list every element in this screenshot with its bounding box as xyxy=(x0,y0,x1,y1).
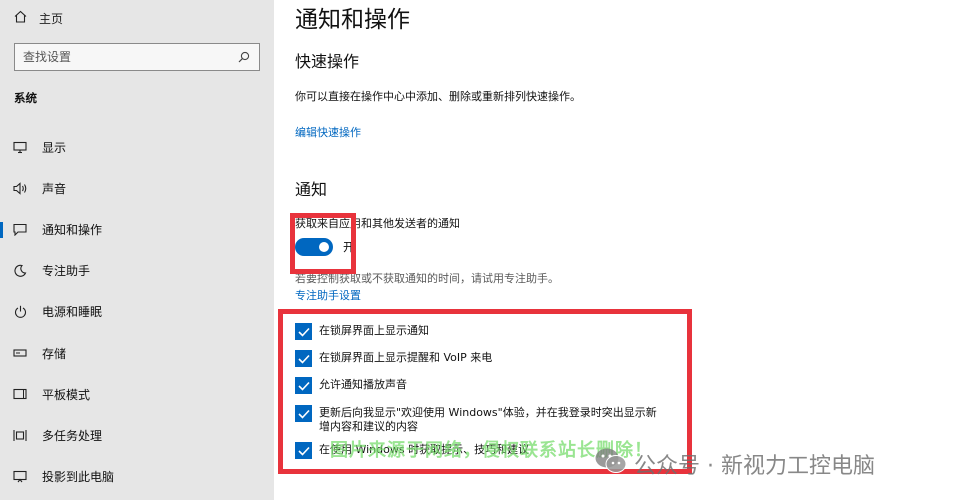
sidebar-item-storage[interactable]: 存储 xyxy=(0,338,274,368)
quick-actions-description: 你可以直接在操作中心中添加、删除或重新排列快速操作。 xyxy=(295,90,581,103)
notifications-heading: 通知 xyxy=(295,180,328,199)
sidebar: 主页 系统 显示 声音 通知和操作 专注助手 电源和睡眠 xyxy=(0,0,274,500)
sidebar-item-tablet[interactable]: 平板模式 xyxy=(0,379,274,409)
sidebar-item-sound[interactable]: 声音 xyxy=(0,173,274,203)
search-box[interactable] xyxy=(14,43,260,71)
sidebar-item-display[interactable]: 显示 xyxy=(0,132,274,162)
edit-quick-actions-link[interactable]: 编辑快速操作 xyxy=(295,124,361,140)
home-label: 主页 xyxy=(39,11,64,26)
moon-icon xyxy=(12,262,28,278)
sidebar-item-label: 电源和睡眠 xyxy=(42,304,103,319)
section-label-system: 系统 xyxy=(14,91,37,105)
sidebar-item-power[interactable]: 电源和睡眠 xyxy=(0,296,274,326)
sidebar-item-notifications[interactable]: 通知和操作 xyxy=(0,214,274,244)
power-icon xyxy=(12,303,28,319)
sidebar-item-project[interactable]: 投影到此电脑 xyxy=(0,461,274,491)
speaker-icon xyxy=(12,180,28,196)
monitor-icon xyxy=(12,139,28,155)
sidebar-item-label: 存储 xyxy=(42,346,67,361)
watermark-account-label: 公众号 · 新视力工控电脑 xyxy=(634,454,875,479)
sidebar-item-label: 多任务处理 xyxy=(42,428,103,443)
highlight-box-toggle xyxy=(290,213,356,274)
quick-actions-heading: 快速操作 xyxy=(295,52,360,71)
tablet-icon xyxy=(12,386,28,402)
focus-assist-settings-link[interactable]: 专注助手设置 xyxy=(295,287,361,303)
page-title: 通知和操作 xyxy=(295,7,410,33)
wechat-icon xyxy=(594,447,628,481)
search-icon[interactable] xyxy=(237,50,251,64)
sidebar-item-multitasking[interactable]: 多任务处理 xyxy=(0,420,274,450)
storage-icon xyxy=(12,345,28,361)
project-icon xyxy=(12,468,28,484)
sidebar-item-label: 专注助手 xyxy=(42,263,91,278)
watermark-account: 公众号 · 新视力工控电脑 xyxy=(594,447,875,481)
sidebar-item-label: 投影到此电脑 xyxy=(42,469,115,484)
home-link[interactable]: 主页 xyxy=(14,8,63,28)
sidebar-item-focus-assist[interactable]: 专注助手 xyxy=(0,255,274,285)
search-input[interactable] xyxy=(23,50,237,64)
sidebar-item-label: 声音 xyxy=(42,181,67,196)
sidebar-item-label: 通知和操作 xyxy=(42,222,103,237)
home-icon xyxy=(14,10,39,26)
sidebar-item-label: 平板模式 xyxy=(42,387,91,402)
notification-icon xyxy=(12,221,28,237)
multitask-icon xyxy=(12,427,28,443)
sidebar-item-label: 显示 xyxy=(42,140,67,155)
